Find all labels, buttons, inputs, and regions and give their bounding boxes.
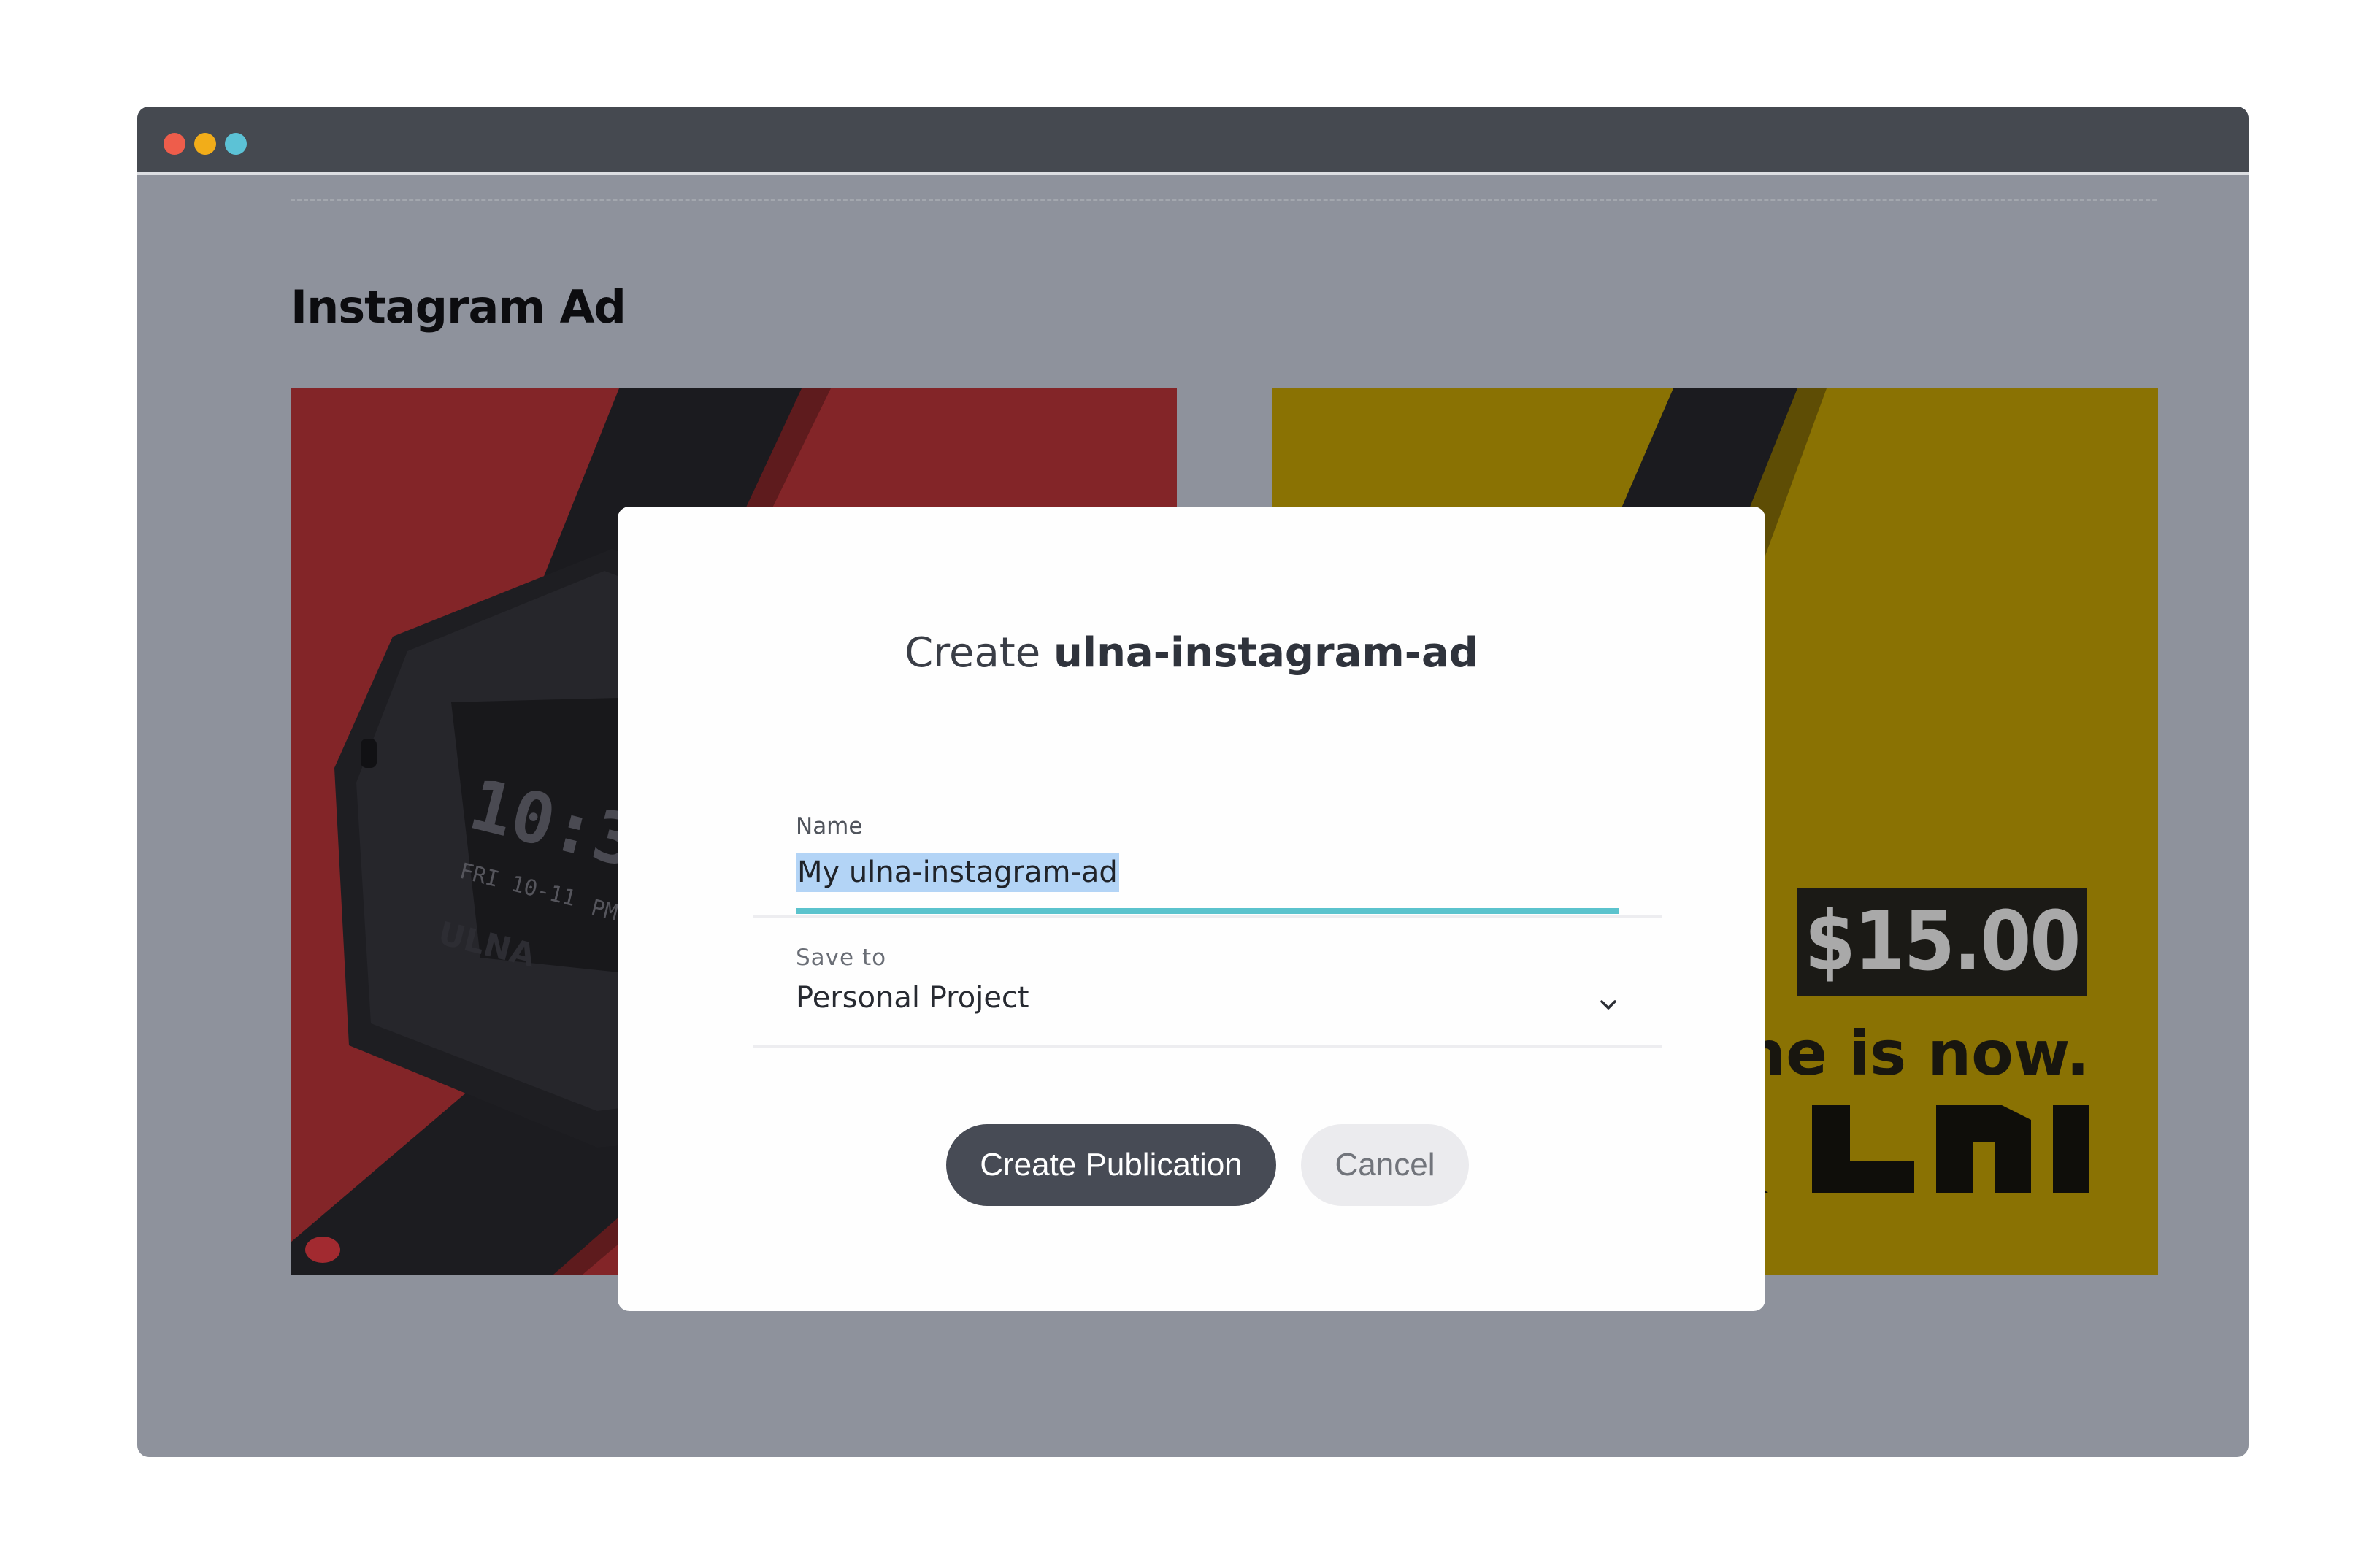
chevron-down-icon[interactable] xyxy=(1596,993,1621,1018)
dialog-title-template-name: ulna-instagram-ad xyxy=(1053,629,1478,677)
minimize-window-button[interactable] xyxy=(194,133,216,155)
field-divider xyxy=(753,915,1662,918)
create-publication-dialog: Create ulna-instagram-ad Name My ulna-in… xyxy=(618,507,1765,1311)
dashed-divider xyxy=(291,199,2157,201)
cancel-button[interactable]: Cancel xyxy=(1301,1124,1469,1206)
create-publication-button[interactable]: Create Publication xyxy=(946,1124,1276,1206)
price-badge: $15.00 xyxy=(1797,888,2087,996)
dialog-title: Create ulna-instagram-ad xyxy=(618,629,1765,677)
save-to-label: Save to xyxy=(796,945,887,971)
close-window-button[interactable] xyxy=(164,133,185,155)
field-divider xyxy=(753,1045,1662,1048)
save-to-select[interactable]: Personal Project xyxy=(796,981,1029,1015)
title-bar xyxy=(137,107,2249,175)
name-input-underline xyxy=(796,908,1619,914)
ulna-logo xyxy=(1724,1105,2089,1193)
maximize-window-button[interactable] xyxy=(225,133,247,155)
page-title: Instagram Ad xyxy=(291,280,626,334)
name-label: Name xyxy=(796,813,863,839)
name-input[interactable]: My ulna-instagram-ad xyxy=(796,853,1119,892)
dialog-title-prefix: Create xyxy=(905,629,1053,677)
